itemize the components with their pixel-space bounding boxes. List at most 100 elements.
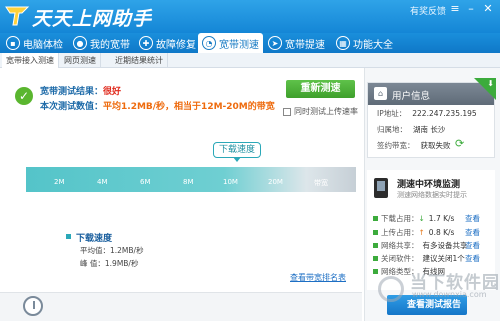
location-value: 湖南 长沙 <box>413 125 446 134</box>
refresh-icon[interactable]: ⟳ <box>455 138 467 150</box>
env-row-sharing: 网络共享： 有多设备共享 <box>373 240 468 251</box>
checkbox-box[interactable] <box>283 107 291 116</box>
env-value: 1.7 K/s <box>428 214 455 223</box>
download-legend-marker <box>66 234 71 239</box>
tab-speed-test[interactable]: ◔ 宽带测速 <box>198 33 263 53</box>
result-value: 很好 <box>103 87 122 97</box>
result-label: 本次测试数值： <box>40 102 104 112</box>
contract-label: 签约带宽： <box>377 141 415 150</box>
tab-pc-check[interactable]: ▪ 电脑体检 <box>6 33 63 53</box>
minimize-icon[interactable]: – <box>463 2 479 16</box>
menu-icon[interactable]: ≡ <box>447 2 463 16</box>
up-arrow-icon: ↑ <box>418 228 425 237</box>
download-average: 平均值：1.2MB/秒 <box>80 245 144 256</box>
tab-label: 故障修复 <box>156 39 196 51</box>
speed-tick: 8M <box>183 178 194 186</box>
peak-label: 峰 值： <box>80 259 105 268</box>
watermark-url: www.downxia.com <box>412 290 487 299</box>
upload-test-checkbox[interactable]: 同时测试上传速率 <box>283 106 358 117</box>
ip-row: IP地址： 222.247.235.195 <box>377 108 477 119</box>
download-peak: 峰 值：1.9MB/秒 <box>80 258 138 269</box>
main-nav: ▪ 电脑体检 ● 我的宽带 ✚ 故障修复 ◔ 宽带测速 ➤ 宽带提速 ▦ 功能大… <box>0 33 500 53</box>
env-view-link[interactable]: 查看 <box>465 240 480 251</box>
env-title: 测速中环境监测 <box>397 180 461 190</box>
status-dot <box>373 269 378 274</box>
subtab-recent-stats[interactable]: 近期结果统计 <box>111 53 168 68</box>
bottom-bar <box>0 292 362 321</box>
tab-label: 我的宽带 <box>90 39 130 51</box>
speed-tick: 带宽 <box>314 179 328 187</box>
id-card-icon: ⌂ <box>374 87 387 100</box>
bandwidth-ranking-link[interactable]: 查看带宽排名表 <box>290 272 346 283</box>
user-info-title: 用户信息 <box>392 91 431 102</box>
result-row-2: 本次测试数值：平均1.2MB/秒，相当于12M-20M的带宽 <box>40 99 275 112</box>
subtab-access-speed[interactable]: 宽带接入测速 <box>2 53 59 68</box>
tab-my-broadband[interactable]: ● 我的宽带 <box>73 33 130 53</box>
speed-tick: 4M <box>97 178 108 186</box>
status-dot <box>373 256 378 261</box>
result-label: 宽带测试结果： <box>40 87 104 97</box>
status-dot <box>373 216 378 221</box>
result-row-1: 宽带测试结果：很好 <box>40 84 121 97</box>
env-row-download: 下载占用： ↓ 1.7 K/s <box>373 213 454 224</box>
env-label: 下载占用： <box>381 214 419 223</box>
speed-tick: 2M <box>54 178 65 186</box>
down-arrow-icon: ↓ <box>418 214 425 223</box>
env-label: 关闭软件： <box>381 254 419 263</box>
wrench-icon: ✚ <box>139 36 153 50</box>
check-icon: ✓ <box>15 87 33 105</box>
ip-value: 222.247.235.195 <box>412 109 477 118</box>
speedometer-icon: ◔ <box>202 36 216 50</box>
location-row: 归属地： 湖南 长沙 <box>377 124 445 135</box>
watermark-logo-icon <box>378 276 404 302</box>
env-value: 建议关闭1个 <box>422 254 465 263</box>
title-bar: 天天上网助手 有奖反馈 ≡ – ✕ <box>0 0 500 33</box>
grid-icon: ▦ <box>336 36 350 50</box>
contract-row: 签约带宽： 获取失败 <box>377 140 451 151</box>
globe-icon: ● <box>73 36 87 50</box>
download-title: 下载速度 <box>76 234 113 244</box>
env-view-link[interactable]: 查看 <box>465 213 480 224</box>
location-label: 归属地： <box>377 125 407 134</box>
download-speed-bubble: 下载速度 <box>213 142 261 158</box>
subtab-web-speed[interactable]: 网页测速 <box>60 53 101 68</box>
app-window: 天天上网助手 有奖反馈 ≡ – ✕ ▪ 电脑体检 ● 我的宽带 ✚ 故障修复 ◔… <box>0 0 500 321</box>
result-value: 平均1.2MB/秒，相当于12M-20M的带宽 <box>103 102 275 112</box>
avg-label: 平均值： <box>80 246 110 255</box>
status-dot <box>373 230 378 235</box>
tab-label: 功能大全 <box>353 39 393 51</box>
app-logo-icon <box>5 6 30 26</box>
contract-value: 获取失败 <box>420 141 451 150</box>
app-title: 天天上网助手 <box>32 8 153 30</box>
tab-all-features[interactable]: ▦ 功能大全 <box>336 33 393 53</box>
speed-tick: 20M <box>268 178 283 186</box>
env-row-close-software: 关闭软件： 建议关闭1个 <box>373 253 465 264</box>
speed-tick: 10M <box>223 178 238 186</box>
monitor-icon: ▪ <box>6 36 20 50</box>
env-label: 上传占用： <box>381 228 419 237</box>
env-value: 0.8 K/s <box>428 228 455 237</box>
feedback-link[interactable]: 有奖反馈 <box>410 4 446 17</box>
env-value: 有多设备共享 <box>422 241 468 250</box>
env-label: 网络共享： <box>381 241 419 250</box>
env-view-link[interactable]: 查看 <box>465 227 480 238</box>
env-subtitle: 测速网络数据实时提示 <box>397 191 467 199</box>
tab-speed-boost[interactable]: ➤ 宽带提速 <box>268 33 325 53</box>
rocket-icon: ➤ <box>268 36 282 50</box>
peak-value: 1.9MB/秒 <box>104 259 139 268</box>
speed-tick: 6M <box>140 178 151 186</box>
tab-label: 宽带提速 <box>285 39 325 51</box>
phone-icon <box>374 178 388 198</box>
sub-tabs: 宽带接入测速 网页测速 近期结果统计 <box>0 53 500 68</box>
ip-label: IP地址： <box>377 109 407 118</box>
env-row-upload: 上传占用： ↑ 0.8 K/s <box>373 227 454 238</box>
checkbox-label: 同时测试上传速率 <box>294 107 358 116</box>
retest-button[interactable]: 重新测速 <box>286 80 355 98</box>
history-clock-icon[interactable] <box>23 296 43 316</box>
tab-fault-repair[interactable]: ✚ 故障修复 <box>139 33 196 53</box>
bubble-pointer <box>233 157 241 162</box>
env-view-link[interactable]: 查看 <box>465 253 480 264</box>
tab-label: 电脑体检 <box>23 39 63 51</box>
close-icon[interactable]: ✕ <box>480 2 496 16</box>
tab-label: 宽带测速 <box>219 39 259 51</box>
